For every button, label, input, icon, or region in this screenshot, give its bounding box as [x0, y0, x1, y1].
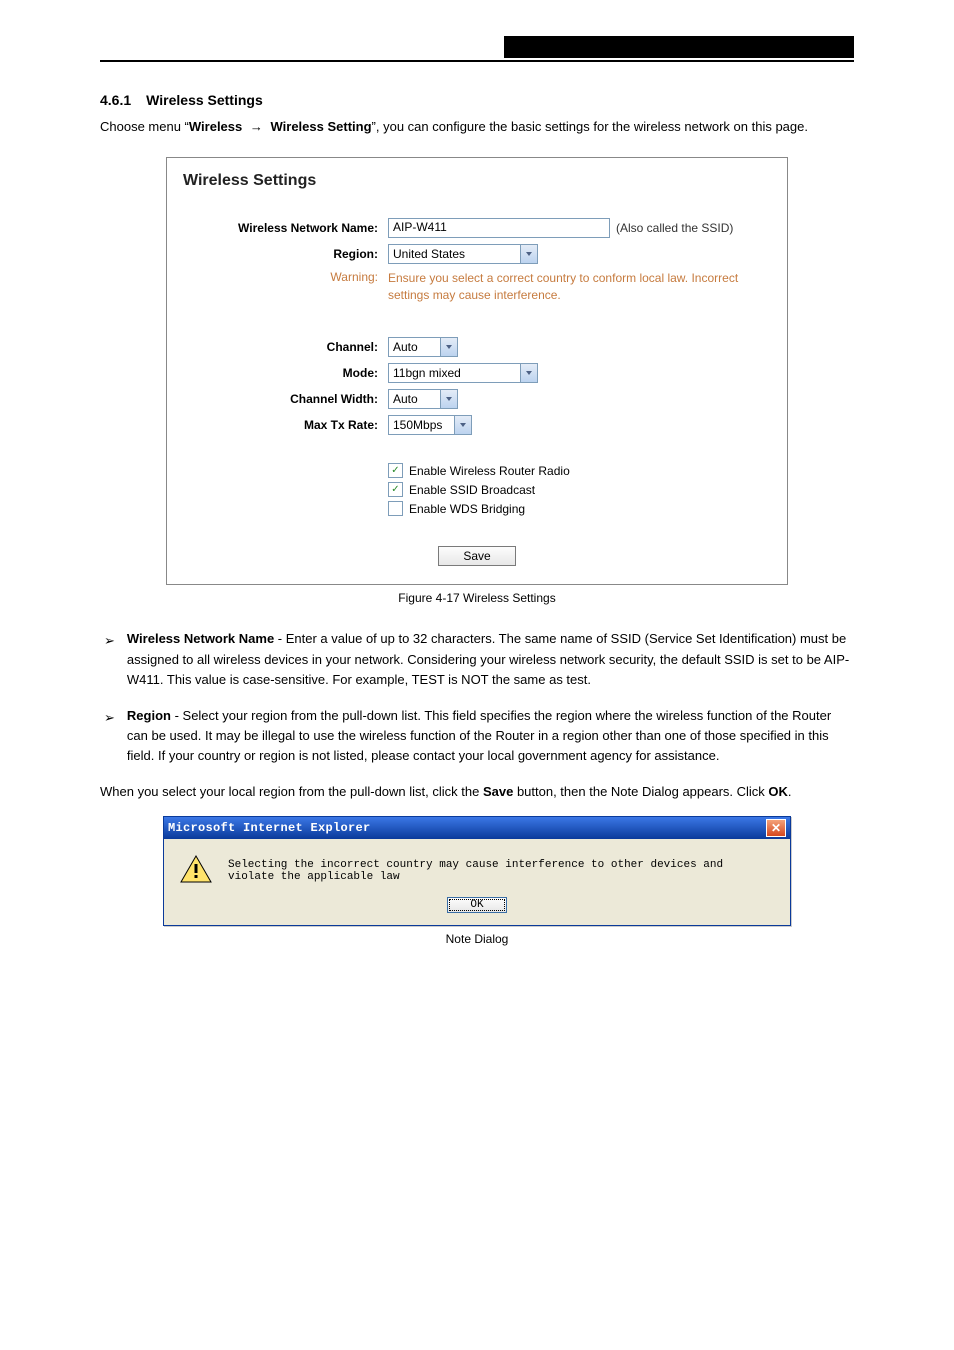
dialog-ok-button[interactable]: OK [447, 897, 506, 913]
arrow-icon: → [250, 118, 263, 137]
note-middle: button, then the Note Dialog appears. Cl… [513, 784, 768, 799]
maxtx-select[interactable]: 150Mbps [388, 415, 472, 435]
checkbox-ssidbc-label: Enable SSID Broadcast [409, 483, 535, 497]
mode-select[interactable]: 11bgn mixed [388, 363, 538, 383]
label-mode: Mode: [183, 366, 388, 380]
bullet-ssid-term: Wireless Network Name [127, 631, 274, 646]
mode-value: 11bgn mixed [393, 366, 461, 380]
warning-icon [180, 855, 212, 883]
checkbox-radio-label: Enable Wireless Router Radio [409, 464, 570, 478]
ssid-hint: (Also called the SSID) [616, 221, 733, 235]
label-chwidth: Channel Width: [183, 392, 388, 406]
close-icon[interactable]: ✕ [766, 819, 786, 837]
warning-text: Ensure you select a correct country to c… [388, 270, 748, 304]
wireless-settings-screenshot: Wireless Settings Wireless Network Name:… [166, 157, 788, 586]
region-value: United States [393, 247, 465, 261]
note-save-bold: Save [483, 784, 513, 799]
figure-caption: Figure 4-17 Wireless Settings [100, 591, 854, 605]
intro-menu1: Wireless [189, 119, 242, 134]
page-header [100, 40, 854, 62]
checkbox-wds-label: Enable WDS Bridging [409, 502, 525, 516]
intro-menu2: Wireless Setting [271, 119, 372, 134]
bullet-region-text: - Select your region from the pull-down … [127, 708, 831, 763]
note-suffix: . [788, 784, 792, 799]
save-button[interactable]: Save [438, 546, 515, 566]
bullet-region-term: Region [127, 708, 171, 723]
label-ssid: Wireless Network Name: [183, 221, 388, 235]
dialog-title-text: Microsoft Internet Explorer [168, 821, 371, 835]
note-prefix: When you select your local region from t… [100, 784, 483, 799]
ssid-input[interactable]: AIP-W411 [388, 218, 610, 238]
dialog-titlebar: Microsoft Internet Explorer ✕ [164, 817, 790, 839]
label-maxtx: Max Tx Rate: [183, 418, 388, 432]
dialog-message: Selecting the incorrect country may caus… [228, 855, 774, 883]
channel-value: Auto [393, 340, 418, 354]
checkbox-ssidbc[interactable]: ✓ [388, 482, 403, 497]
intro-paragraph: Choose menu “Wireless → Wireless Setting… [100, 118, 854, 137]
panel-title: Wireless Settings [183, 172, 771, 190]
note-dialog: Microsoft Internet Explorer ✕ Selecting … [163, 816, 791, 926]
note-ok-bold: OK [768, 784, 788, 799]
section-number: 4.6.1 [100, 92, 131, 108]
header-black-box [504, 36, 854, 58]
label-channel: Channel: [183, 340, 388, 354]
bullet-icon: ➢ [104, 706, 115, 766]
bullet-ssid: ➢ Wireless Network Name - Enter a value … [104, 629, 854, 689]
checkbox-radio[interactable]: ✓ [388, 463, 403, 478]
bullet-region: ➢ Region - Select your region from the p… [104, 706, 854, 766]
intro-prefix: Choose menu “ [100, 119, 189, 134]
maxtx-value: 150Mbps [393, 418, 442, 432]
chwidth-value: Auto [393, 392, 418, 406]
note-paragraph: When you select your local region from t… [100, 782, 854, 802]
checkbox-wds[interactable] [388, 501, 403, 516]
note-dialog-caption: Note Dialog [100, 932, 854, 946]
label-warning: Warning: [183, 270, 388, 284]
intro-suffix: ”, you can configure the basic settings … [372, 119, 808, 134]
bullet-icon: ➢ [104, 629, 115, 689]
chwidth-select[interactable]: Auto [388, 389, 458, 409]
section-heading: 4.6.1 Wireless Settings [100, 92, 854, 108]
label-region: Region: [183, 247, 388, 261]
channel-select[interactable]: Auto [388, 337, 458, 357]
section-title: Wireless Settings [146, 92, 263, 108]
region-select[interactable]: United States [388, 244, 538, 264]
